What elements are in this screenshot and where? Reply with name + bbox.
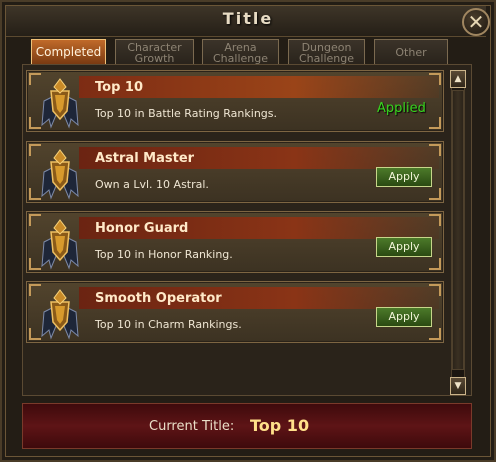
current-title-bar (22, 403, 472, 449)
title-description: Top 10 in Charm Rankings. (95, 318, 242, 331)
title-description: Top 10 in Battle Rating Rankings. (95, 107, 277, 120)
applied-status: Applied (377, 101, 426, 116)
scroll-down-button[interactable]: ▼ (450, 377, 466, 395)
title-description: Own a Lvl. 10 Astral. (95, 178, 209, 191)
scroll-up-button[interactable]: ▲ (450, 70, 466, 88)
arrow-down-icon: ▼ (454, 381, 462, 391)
winged-crest-icon (41, 289, 79, 340)
tab-label: Character Growth (127, 40, 182, 65)
tab-label: Arena Challenge (213, 40, 268, 65)
current-title-value: Top 10 (250, 416, 310, 435)
title-name: Smooth Operator (95, 291, 222, 306)
tab-completed[interactable]: Completed (31, 39, 106, 65)
tab-dungeon-challenge[interactable]: Dungeon Challenge (288, 39, 365, 65)
close-icon: ✕ (467, 10, 485, 34)
winged-crest-icon (41, 78, 79, 129)
title-row-astral-master[interactable]: Astral Master Own a Lvl. 10 Astral. Appl… (26, 141, 444, 203)
title-name: Honor Guard (95, 221, 189, 236)
tab-other[interactable]: Other (374, 39, 448, 65)
winged-crest-icon (41, 219, 79, 270)
apply-button[interactable]: Apply (376, 167, 432, 187)
arrow-up-icon: ▲ (454, 74, 462, 84)
title-name: Top 10 (95, 80, 143, 95)
title-name: Astral Master (95, 151, 195, 166)
tab-label: Completed (35, 44, 102, 59)
title-row-top-10[interactable]: Top 10 Top 10 in Battle Rating Rankings.… (26, 70, 444, 132)
apply-button[interactable]: Apply (376, 307, 432, 327)
apply-button[interactable]: Apply (376, 237, 432, 257)
corner-ornament (429, 188, 441, 200)
corner-ornament (429, 117, 441, 129)
tab-character-growth[interactable]: Character Growth (115, 39, 194, 65)
corner-ornament (429, 258, 441, 270)
tab-label: Other (395, 46, 427, 59)
corner-ornament (429, 328, 441, 340)
winged-crest-icon (41, 149, 79, 200)
title-row-smooth-operator[interactable]: Smooth Operator Top 10 in Charm Rankings… (26, 281, 444, 343)
current-title-label: Current Title: (149, 419, 235, 434)
scrollbar-thumb[interactable] (452, 90, 464, 370)
tab-label: Dungeon Challenge (299, 40, 354, 65)
title-description: Top 10 in Honor Ranking. (95, 248, 233, 261)
title-row-honor-guard[interactable]: Honor Guard Top 10 in Honor Ranking. App… (26, 211, 444, 273)
window-title: Title (222, 9, 274, 28)
tab-arena-challenge[interactable]: Arena Challenge (202, 39, 279, 65)
close-button[interactable]: ✕ (462, 8, 490, 36)
